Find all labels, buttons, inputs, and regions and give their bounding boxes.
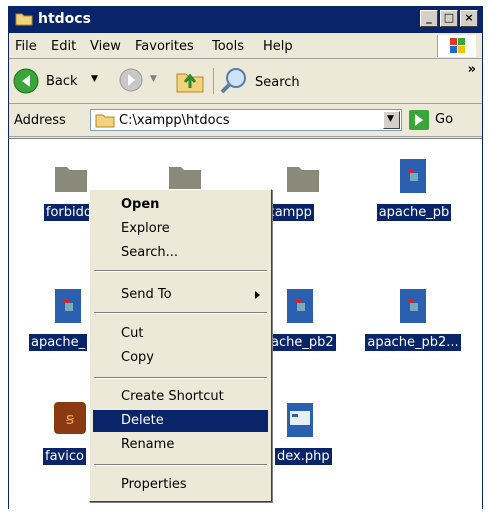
- window-title: htdocs: [38, 11, 91, 27]
- context-open[interactable]: Open: [93, 194, 268, 216]
- folder-icon: [95, 114, 115, 128]
- file-label: ache_pb2: [269, 334, 336, 351]
- context-search[interactable]: Search...: [93, 242, 268, 264]
- send-to-label: Send To: [121, 287, 172, 302]
- search-button[interactable]: Search: [219, 66, 329, 96]
- context-copy[interactable]: Copy: [93, 347, 268, 369]
- file-label: apache_pb: [376, 204, 452, 221]
- folder-icon: [55, 167, 87, 192]
- file-item-apache-pb2-ani[interactable]: apache_pb2...: [365, 287, 462, 367]
- address-input[interactable]: C:\xampp\htdocs ▼: [90, 109, 402, 131]
- image-file-icon: [287, 289, 313, 323]
- standard-toolbar: Back ▼ ▼ Search »: [9, 60, 482, 104]
- menu-tools[interactable]: Tools: [212, 39, 244, 54]
- context-rename[interactable]: Rename: [93, 434, 268, 456]
- forward-button[interactable]: ▼: [119, 68, 169, 94]
- context-delete[interactable]: Delete: [93, 410, 268, 432]
- file-label: forbidd: [43, 204, 95, 221]
- file-label: xampp: [265, 204, 314, 221]
- address-path: C:\xampp\htdocs: [119, 113, 230, 128]
- go-button[interactable]: Go: [409, 110, 453, 134]
- context-create-shortcut[interactable]: Create Shortcut: [93, 386, 268, 408]
- menu-help[interactable]: Help: [263, 39, 293, 54]
- image-file-icon: [400, 289, 426, 323]
- minimize-button[interactable]: _: [420, 10, 438, 27]
- back-label: Back: [46, 74, 78, 89]
- menu-view[interactable]: View: [90, 39, 121, 54]
- menu-favorites[interactable]: Favorites: [135, 39, 194, 54]
- title-bar[interactable]: htdocs _ □ ×: [9, 7, 482, 33]
- up-folder-icon: [176, 73, 204, 93]
- image-file-icon: [400, 159, 426, 193]
- folder-icon: [15, 13, 33, 26]
- file-label: dex.php: [275, 448, 332, 465]
- toolbar-overflow-chevron[interactable]: »: [468, 62, 476, 77]
- file-item-apache-pb[interactable]: apache_pb: [366, 157, 462, 231]
- context-separator: [94, 464, 267, 466]
- address-label: Address: [14, 113, 66, 128]
- context-properties[interactable]: Properties: [93, 474, 268, 496]
- up-folder-button[interactable]: [175, 66, 207, 96]
- submenu-arrow-icon: [255, 291, 260, 299]
- forward-dropdown-icon[interactable]: ▼: [150, 74, 157, 84]
- menu-bar: File Edit View Favorites Tools Help: [9, 34, 482, 59]
- image-file-icon: [55, 289, 81, 323]
- xampp-icon: ꞩ: [54, 402, 86, 434]
- search-icon: [220, 68, 246, 94]
- search-label: Search: [255, 75, 300, 90]
- svg-text:ꞩ: ꞩ: [66, 409, 75, 428]
- go-arrow-icon: [409, 110, 429, 130]
- context-separator: [94, 312, 267, 314]
- context-cut[interactable]: Cut: [93, 323, 268, 345]
- php-file-icon: [287, 403, 313, 437]
- context-separator: [94, 377, 267, 379]
- menu-edit[interactable]: Edit: [51, 39, 76, 54]
- menu-file[interactable]: File: [15, 39, 37, 54]
- file-label: apache_: [29, 334, 88, 351]
- file-label: favico: [43, 448, 86, 465]
- windows-logo-icon: [437, 35, 476, 57]
- forward-arrow-icon: [119, 68, 143, 92]
- address-dropdown-button[interactable]: ▼: [383, 111, 400, 129]
- file-label: apache_pb2...: [365, 334, 461, 351]
- context-menu: Open Explore Search... Send To Cut Copy …: [89, 189, 272, 502]
- back-arrow-icon: [13, 68, 39, 94]
- address-bar: Address C:\xampp\htdocs ▼ Go: [9, 105, 482, 137]
- back-button[interactable]: Back ▼: [13, 66, 113, 96]
- folder-icon: [287, 167, 319, 192]
- context-send-to[interactable]: Send To: [93, 284, 268, 306]
- maximize-button[interactable]: □: [440, 10, 458, 27]
- context-separator: [94, 270, 267, 272]
- back-dropdown-icon[interactable]: ▼: [91, 74, 98, 84]
- close-button[interactable]: ×: [460, 10, 478, 27]
- context-explore[interactable]: Explore: [93, 218, 268, 240]
- chevron-down-icon: ▼: [387, 114, 394, 124]
- go-label: Go: [435, 112, 454, 127]
